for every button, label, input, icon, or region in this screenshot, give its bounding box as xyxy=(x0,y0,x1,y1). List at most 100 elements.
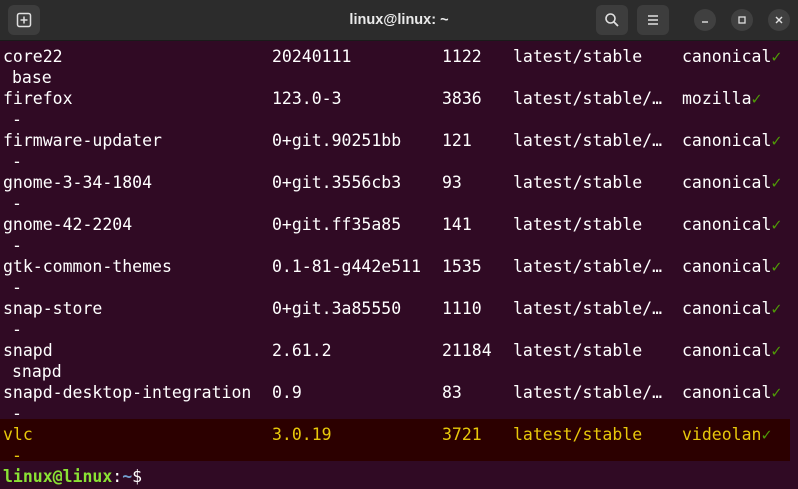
verified-check-icon: ✓ xyxy=(771,131,782,150)
snap-version: 20240111 xyxy=(272,47,352,66)
snap-tracking: latest/stable/… xyxy=(513,257,663,276)
prompt-user-host: linux@linux xyxy=(3,467,113,486)
snap-name: core22 xyxy=(3,47,63,66)
table-row: snapd-desktop-integration 0.9 83 latest/sta… xyxy=(0,377,790,423)
snap-revision: 93 xyxy=(442,173,462,192)
snap-revision: 21184 xyxy=(442,341,492,360)
maximize-icon xyxy=(738,16,746,24)
snap-version: 0+git.ff35a85 xyxy=(272,215,402,234)
minimize-button[interactable] xyxy=(694,9,716,31)
snap-tracking: latest/stable/… xyxy=(513,383,663,402)
publisher-text: mozilla xyxy=(682,89,752,108)
snap-version: 0+git.90251bb xyxy=(272,131,402,150)
close-button[interactable] xyxy=(768,9,790,31)
snap-version: 0+git.3a85550 xyxy=(272,299,402,318)
snap-name: firmware-updater xyxy=(3,131,162,150)
snap-revision: 1535 xyxy=(442,257,482,276)
table-row: vlc 3.0.19 3721 latest/stable videolan✓ - xyxy=(0,419,790,465)
table-row: firmware-updater 0+git.90251bb 121 latest/s… xyxy=(0,125,790,171)
publisher-text: canonical xyxy=(682,383,772,402)
verified-check-icon: ✓ xyxy=(771,383,782,402)
snap-publisher: canonical✓ xyxy=(682,46,781,67)
verified-check-icon: ✓ xyxy=(771,173,782,192)
snap-revision: 141 xyxy=(442,215,472,234)
publisher-text: canonical xyxy=(682,47,772,66)
close-icon xyxy=(775,16,783,24)
snap-name: snap-store xyxy=(3,299,103,318)
verified-check-icon: ✓ xyxy=(771,47,782,66)
snap-version: 3.0.19 xyxy=(272,425,332,444)
snap-tracking: latest/stable xyxy=(513,425,643,444)
snap-version: 2.61.2 xyxy=(272,341,332,360)
window-title: linux@linux: ~ xyxy=(349,12,449,28)
snap-publisher: canonical✓ xyxy=(682,214,781,235)
snap-revision: 83 xyxy=(442,383,462,402)
snap-tracking: latest/stable xyxy=(513,215,643,234)
prompt-separator: : xyxy=(112,467,123,486)
menu-button[interactable] xyxy=(637,5,669,35)
verified-check-icon: ✓ xyxy=(771,341,782,360)
snap-revision: 3836 xyxy=(442,89,482,108)
snap-version: 123.0-3 xyxy=(272,89,342,108)
title-bar: linux@linux: ~ xyxy=(0,0,798,41)
hamburger-menu-icon xyxy=(648,15,658,25)
snap-tracking: latest/stable/… xyxy=(513,131,663,150)
snap-publisher: canonical✓ xyxy=(682,130,781,151)
snap-tracking: latest/stable xyxy=(513,173,643,192)
table-row: firefox 123.0-3 3836 latest/stable/… mozilla… xyxy=(0,83,790,129)
snap-publisher: mozilla✓ xyxy=(682,88,761,109)
snap-revision: 121 xyxy=(442,131,472,150)
table-row: gnome-3-34-1804 0+git.3556cb3 93 latest/sta… xyxy=(0,167,790,213)
snap-name: gnome-3-34-1804 xyxy=(3,173,153,192)
publisher-text: videolan xyxy=(682,425,762,444)
publisher-text: canonical xyxy=(682,131,772,150)
publisher-text: canonical xyxy=(682,215,772,234)
snap-version: 0.9 xyxy=(272,383,302,402)
publisher-text: canonical xyxy=(682,299,772,318)
prompt-symbol: $ xyxy=(132,467,143,486)
search-button[interactable] xyxy=(596,5,628,35)
snap-revision: 1110 xyxy=(442,299,482,318)
terminal-output[interactable]: core22 20240111 1122 latest/stable canonical… xyxy=(0,41,798,489)
cursor xyxy=(142,466,152,485)
snap-tracking: latest/stable xyxy=(513,47,643,66)
snap-version: 0+git.3556cb3 xyxy=(272,173,402,192)
snap-name: vlc xyxy=(3,425,33,444)
verified-check-icon: ✓ xyxy=(761,425,772,444)
minimize-icon xyxy=(702,21,708,23)
publisher-text: canonical xyxy=(682,257,772,276)
snap-revision: 3721 xyxy=(442,425,482,444)
snap-publisher: canonical✓ xyxy=(682,172,781,193)
search-icon xyxy=(605,13,619,27)
table-row: core22 20240111 1122 latest/stable canonical… xyxy=(0,41,790,87)
table-row: gnome-42-2204 0+git.ff35a85 141 latest/stab… xyxy=(0,209,790,255)
snap-name: firefox xyxy=(3,89,73,108)
shell-prompt: linux@linux:~$ xyxy=(3,466,152,487)
publisher-text: canonical xyxy=(682,341,772,360)
snap-publisher: canonical✓ xyxy=(682,382,781,403)
verified-check-icon: ✓ xyxy=(771,257,782,276)
verified-check-icon: ✓ xyxy=(771,215,782,234)
snap-publisher: videolan✓ xyxy=(682,424,771,445)
snap-name: snapd-desktop-integration xyxy=(3,383,252,402)
snap-version: 0.1-81-g442e511 xyxy=(272,257,422,276)
snap-publisher: canonical✓ xyxy=(682,298,781,319)
snap-tracking: latest/stable/… xyxy=(513,299,663,318)
snap-name: gnome-42-2204 xyxy=(3,215,133,234)
snap-revision: 1122 xyxy=(442,47,482,66)
snap-publisher: canonical✓ xyxy=(682,256,781,277)
maximize-button[interactable] xyxy=(731,9,753,31)
snap-name: snapd xyxy=(3,341,53,360)
snap-publisher: canonical✓ xyxy=(682,340,781,361)
prompt-path: ~ xyxy=(122,467,133,486)
snap-name: gtk-common-themes xyxy=(3,257,172,276)
publisher-text: canonical xyxy=(682,173,772,192)
snap-notes: - xyxy=(12,446,22,465)
table-row: snapd 2.61.2 21184 latest/stable canonical✓ s… xyxy=(0,335,790,381)
verified-check-icon: ✓ xyxy=(751,89,762,108)
snap-tracking: latest/stable xyxy=(513,341,643,360)
table-row: gtk-common-themes 0.1-81-g442e511 1535 late… xyxy=(0,251,790,297)
verified-check-icon: ✓ xyxy=(771,299,782,318)
snap-tracking: latest/stable/… xyxy=(513,89,663,108)
table-row: snap-store 0+git.3a85550 1110 latest/stable… xyxy=(0,293,790,339)
